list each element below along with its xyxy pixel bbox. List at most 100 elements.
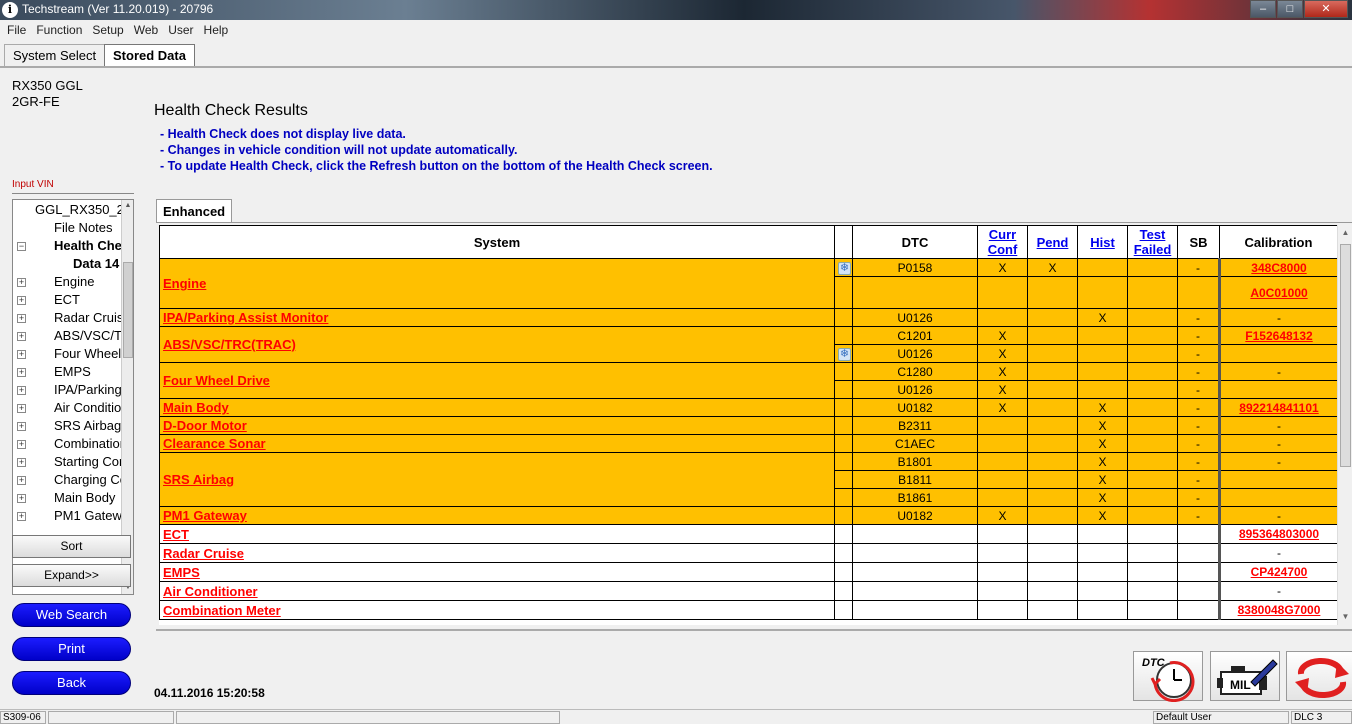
system-link[interactable]: ABS/VSC/TRC(TRAC) [159, 326, 835, 363]
menu-function[interactable]: Function [31, 20, 87, 40]
sort-button[interactable]: Sort [12, 535, 131, 558]
menu-user[interactable]: User [163, 20, 198, 40]
calibration-cell: - [1218, 506, 1337, 525]
system-link[interactable]: Clearance Sonar [159, 434, 835, 453]
freeze-frame-cell[interactable]: ❄ [834, 258, 853, 277]
input-vin-label[interactable]: Input VIN [12, 179, 54, 190]
freeze-frame-cell[interactable]: ❄ [834, 344, 853, 363]
tree-item[interactable]: + Air Conditioner [13, 399, 121, 417]
col-hist[interactable]: Hist [1077, 225, 1128, 259]
tree-item[interactable]: GGL_RX350_2 [13, 201, 121, 219]
system-link[interactable]: Radar Cruise [159, 543, 835, 563]
system-link[interactable]: SRS Airbag [159, 452, 835, 507]
expand-plus-icon[interactable]: + [17, 458, 26, 467]
dtc-cell: B1861 [852, 488, 978, 507]
menu-file[interactable]: File [2, 20, 31, 40]
web-search-button[interactable]: Web Search [12, 603, 131, 627]
tree-item[interactable]: + ABS/VSC/TRC [13, 327, 121, 345]
tree-item[interactable]: File Notes [13, 219, 121, 237]
calibration-link[interactable]: 348C8000 [1218, 258, 1337, 277]
grid-scroll-thumb[interactable] [1340, 244, 1351, 467]
status-bar: S309-06 Default User DLC 3 [0, 709, 1352, 724]
test-failed-cell [1127, 562, 1178, 582]
calibration-link[interactable]: CP424700 [1218, 562, 1337, 582]
minimize-icon[interactable]: – [1250, 0, 1276, 18]
col-curr-conf[interactable]: Curr Conf [977, 225, 1028, 259]
freeze-frame-cell [834, 581, 853, 601]
menu-setup[interactable]: Setup [87, 20, 128, 40]
test-failed-cell [1127, 276, 1178, 309]
mil-button[interactable]: MIL [1210, 651, 1280, 701]
expand-plus-icon[interactable]: + [17, 350, 26, 359]
scroll-up-icon[interactable]: ▲ [122, 200, 133, 212]
scroll-down-icon[interactable]: ▼ [1338, 609, 1352, 625]
calibration-link[interactable]: 8380048G7000 [1218, 600, 1337, 620]
expand-plus-icon[interactable]: + [17, 332, 26, 341]
scroll-up-icon[interactable]: ▲ [1338, 225, 1352, 241]
calibration-link[interactable]: F152648132 [1218, 326, 1337, 345]
status-user: Default User [1153, 711, 1289, 724]
tree-item[interactable]: + Four Wheel Drive [13, 345, 121, 363]
tab-enhanced[interactable]: Enhanced [156, 199, 233, 223]
system-link[interactable]: D-Door Motor [159, 416, 835, 435]
expand-plus-icon[interactable]: + [17, 422, 26, 431]
tree-item[interactable]: − Health Check [13, 237, 121, 255]
system-link[interactable]: Four Wheel Drive [159, 362, 835, 399]
dtc-button[interactable]: DTC [1133, 651, 1203, 703]
expand-plus-icon[interactable]: + [17, 314, 26, 323]
expand-button[interactable]: Expand>> [12, 564, 131, 587]
expand-plus-icon[interactable]: + [17, 386, 26, 395]
menu-web[interactable]: Web [129, 20, 163, 40]
col-test-failed[interactable]: Test Failed [1127, 225, 1178, 259]
sb-cell [1177, 600, 1220, 620]
tree-item[interactable]: + Starting Control [13, 453, 121, 471]
tree-item[interactable]: + EMPS [13, 363, 121, 381]
tree-item[interactable]: + Combination [13, 435, 121, 453]
back-button[interactable]: Back [12, 671, 131, 695]
system-link[interactable]: Combination Meter [159, 600, 835, 620]
col-pend[interactable]: Pend [1027, 225, 1078, 259]
expand-plus-icon[interactable]: + [17, 494, 26, 503]
tree-item[interactable]: + Engine [13, 273, 121, 291]
tree-item[interactable]: + PM1 Gateway [13, 507, 121, 525]
expand-plus-icon[interactable]: + [17, 296, 26, 305]
expand-plus-icon[interactable]: + [17, 512, 26, 521]
system-link[interactable]: PM1 Gateway [159, 506, 835, 525]
system-link[interactable]: Main Body [159, 398, 835, 417]
tree-item[interactable]: + Charging Control [13, 471, 121, 489]
expand-plus-icon[interactable]: + [17, 476, 26, 485]
freeze-frame-cell [834, 380, 853, 399]
expand-plus-icon[interactable]: + [17, 404, 26, 413]
tree-item[interactable]: + SRS Airbag [13, 417, 121, 435]
close-icon[interactable]: ✕ [1304, 0, 1348, 18]
tree-item[interactable]: + IPA/Parking [13, 381, 121, 399]
expand-plus-icon[interactable]: + [17, 278, 26, 287]
freeze-frame-icon[interactable]: ❄ [838, 262, 851, 275]
collapse-minus-icon[interactable]: − [17, 242, 26, 251]
system-link[interactable]: Engine [159, 258, 835, 309]
tab-system-select[interactable]: System Select [4, 44, 106, 66]
maximize-icon[interactable]: □ [1277, 0, 1303, 18]
system-link[interactable]: IPA/Parking Assist Monitor [159, 308, 835, 327]
tree-item[interactable]: + ECT [13, 291, 121, 309]
system-link[interactable]: Air Conditioner [159, 581, 835, 601]
freeze-frame-icon[interactable]: ❄ [838, 348, 851, 361]
expand-plus-icon[interactable]: + [17, 440, 26, 449]
grid-scrollbar[interactable]: ▲ ▼ [1337, 225, 1352, 625]
test-failed-cell [1127, 416, 1178, 435]
tree-scroll-thumb[interactable] [123, 262, 133, 358]
expand-plus-icon[interactable]: + [17, 368, 26, 377]
calibration-link[interactable]: A0C01000 [1218, 276, 1337, 309]
refresh-button[interactable] [1286, 651, 1352, 701]
tab-stored-data[interactable]: Stored Data [104, 44, 195, 66]
calibration-link[interactable]: 895364803000 [1218, 524, 1337, 544]
print-button[interactable]: Print [12, 637, 131, 661]
calibration-link[interactable]: 892214841101 [1218, 398, 1337, 417]
hist-cell: X [1077, 452, 1128, 471]
menu-help[interactable]: Help [199, 20, 234, 40]
tree-item[interactable]: Data 14 [13, 255, 121, 273]
tree-item[interactable]: + Main Body [13, 489, 121, 507]
system-link[interactable]: ECT [159, 524, 835, 544]
tree-item[interactable]: + Radar Cruise [13, 309, 121, 327]
system-link[interactable]: EMPS [159, 562, 835, 582]
